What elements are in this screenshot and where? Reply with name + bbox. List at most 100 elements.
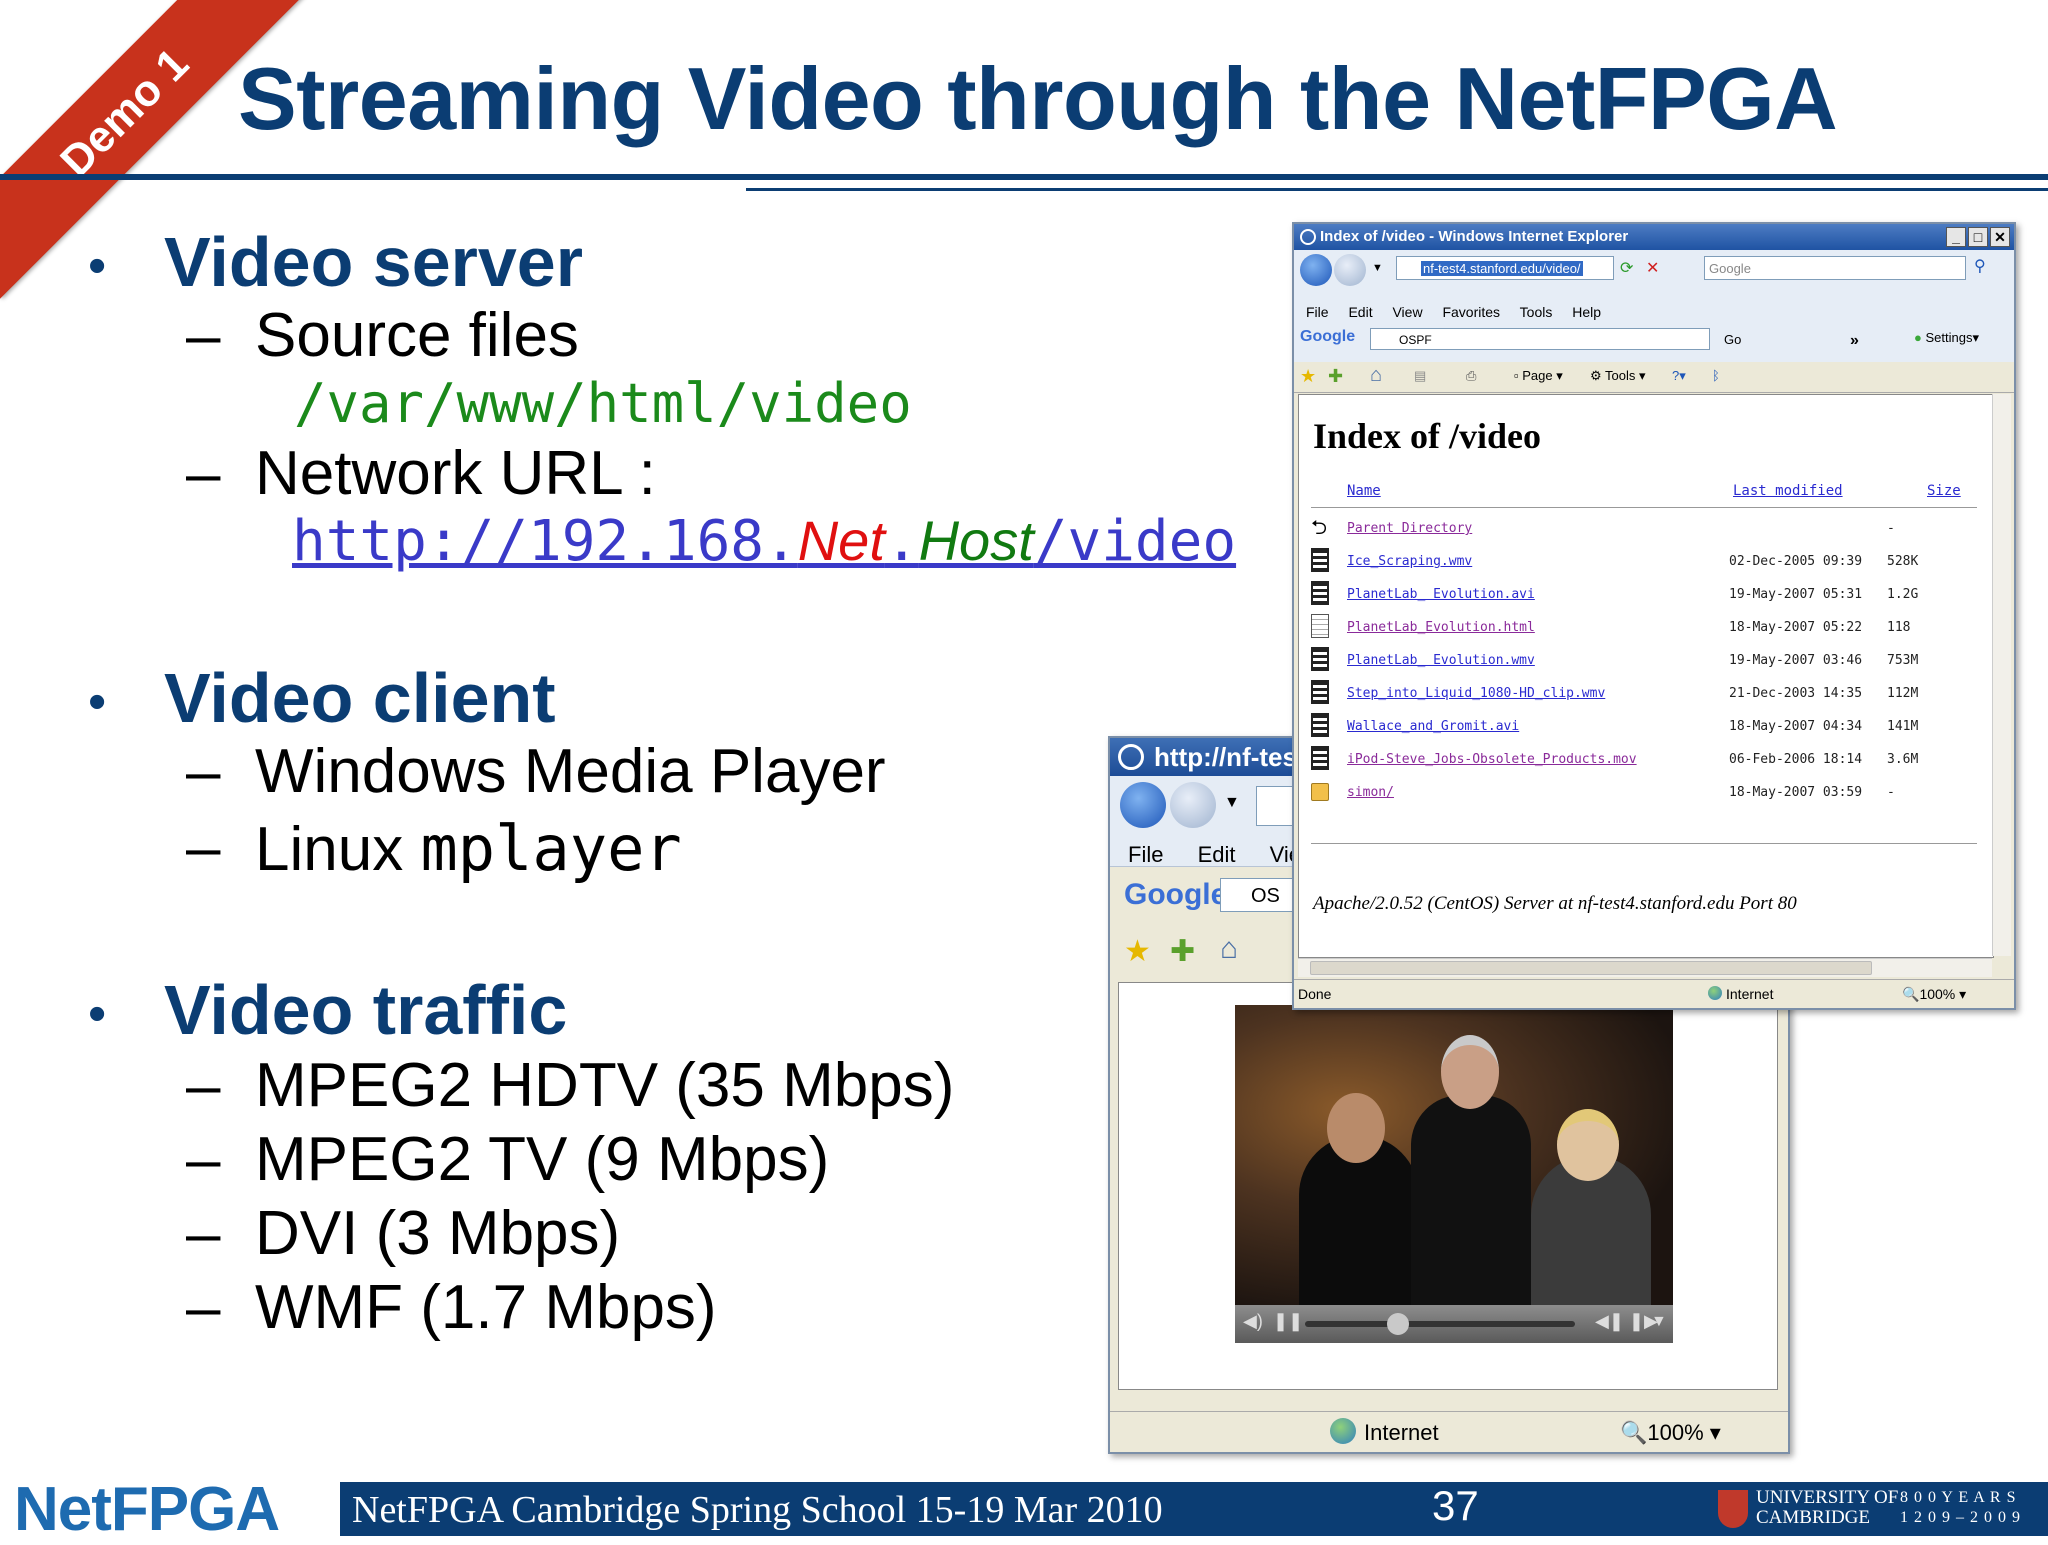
server-signature: Apache/2.0.52 (CentOS) Server at nf-test… — [1313, 893, 1797, 914]
file-link[interactable]: Step_into_Liquid_1080-HD_clip.wmv — [1347, 686, 1605, 701]
favorites-star-icon[interactable]: ★ — [1300, 366, 1316, 387]
title-rule — [0, 174, 2048, 180]
minimize-button[interactable]: _ — [1946, 227, 1966, 247]
film-icon — [1311, 548, 1329, 572]
video-person — [1327, 1093, 1385, 1163]
forward-arrow-icon[interactable] — [1334, 254, 1366, 286]
film-icon — [1311, 746, 1329, 770]
page-menu[interactable]: ▫ Page ▾ — [1514, 368, 1563, 384]
file-link[interactable]: simon/ — [1347, 785, 1394, 800]
chevron-down-icon[interactable]: ▼ — [1224, 794, 1240, 812]
more-chevron-icon[interactable]: » — [1850, 332, 1859, 350]
file-link[interactable]: PlanetLab_ Evolution.wmv — [1347, 653, 1535, 668]
university-name: UNIVERSITY OF CAMBRIDGE — [1756, 1487, 1899, 1528]
file-link[interactable]: Wallace_and_Gromit.avi — [1347, 719, 1519, 734]
zoom-level[interactable]: 🔍100% ▾ — [1902, 986, 1966, 1003]
footer-event: NetFPGA Cambridge Spring School 15-19 Ma… — [352, 1489, 1163, 1531]
go-button[interactable]: Go — [1724, 332, 1741, 347]
seek-handle[interactable] — [1387, 1313, 1409, 1335]
add-favorite-icon[interactable]: ✚ — [1328, 366, 1343, 387]
menu-favorites[interactable]: Favorites — [1442, 304, 1500, 320]
film-icon — [1311, 713, 1329, 737]
file-link[interactable]: iPod-Steve_Jobs-Obsolete_Products.mov — [1347, 752, 1637, 767]
menu-file[interactable]: File — [1128, 842, 1163, 867]
help-icon[interactable]: ?▾ — [1672, 368, 1686, 384]
table-row: Step_into_Liquid_1080-HD_clip.wmv 21-Dec-… — [1299, 678, 1993, 711]
file-size: 1.2G — [1887, 587, 1919, 602]
bullet-dot: • — [88, 985, 107, 1043]
skip-icon[interactable]: ◀❚ ❚▶ — [1595, 1311, 1658, 1332]
menu-help[interactable]: Help — [1572, 304, 1601, 320]
status-text: Done — [1298, 986, 1332, 1002]
slide-title: Streaming Video through the NetFPGA — [238, 49, 1838, 148]
file-modified: 18-May-2007 05:22 — [1729, 620, 1863, 635]
menu-file[interactable]: File — [1306, 304, 1329, 320]
bullet-video-traffic: Video traffic — [164, 971, 568, 1049]
table-row: Wallace_and_Gromit.avi 18-May-2007 04:34 1… — [1299, 711, 1993, 744]
bluetooth-icon[interactable]: ᛒ — [1712, 368, 1720, 383]
sub-dash: – — [186, 1051, 221, 1120]
menu-view[interactable]: View — [1392, 304, 1422, 320]
favorites-star-icon[interactable]: ★ — [1124, 934, 1151, 969]
menu-edit[interactable]: Edit — [1198, 842, 1236, 867]
print-icon[interactable]: ⎙ — [1466, 368, 1476, 384]
back-arrow-icon[interactable] — [1120, 782, 1166, 828]
window-titlebar: Index of /video - Windows Internet Explo… — [1294, 224, 2014, 250]
maximize-button[interactable]: □ — [1968, 227, 1988, 247]
video-player[interactable]: ◀) ❚❚ ◀❚ ❚▶ ▼ — [1235, 1005, 1673, 1343]
scroll-thumb[interactable] — [1310, 961, 1872, 975]
home-icon[interactable]: ⌂ — [1370, 364, 1382, 387]
zoom-level[interactable]: 🔍100% ▾ — [1620, 1420, 1721, 1446]
traffic-item: DVI (3 Mbps) — [255, 1199, 621, 1268]
file-size: 112M — [1887, 686, 1919, 701]
horizontal-scrollbar[interactable] — [1298, 958, 1992, 977]
globe-icon — [1708, 986, 1722, 1000]
zoom-icon: 🔍 — [1620, 1420, 1648, 1445]
table-row: ⮌ Parent Directory - — [1299, 513, 1993, 546]
video-page: ◀) ❚❚ ◀❚ ❚▶ ▼ — [1118, 982, 1778, 1390]
ie-icon — [1118, 744, 1144, 770]
file-link[interactable]: Parent Directory — [1347, 521, 1472, 536]
zoom-icon: 🔍 — [1902, 986, 1920, 1002]
file-link[interactable]: Ice_Scraping.wmv — [1347, 554, 1472, 569]
column-header-last-modified[interactable]: Last modified — [1733, 483, 1843, 499]
globe-icon — [1330, 1418, 1356, 1444]
menu-tools[interactable]: Tools — [1520, 304, 1553, 320]
chevron-down-icon[interactable]: ▼ — [1651, 1313, 1667, 1331]
search-icon[interactable]: ⚲ — [1974, 256, 1986, 276]
volume-icon[interactable]: ◀) — [1243, 1311, 1263, 1332]
sub-dash: – — [186, 813, 221, 882]
back-arrow-icon: ⮌ — [1311, 515, 1328, 539]
pause-icon[interactable]: ❚❚ — [1273, 1311, 1303, 1332]
refresh-icon[interactable]: ⟳ — [1620, 258, 1633, 278]
file-link[interactable]: PlanetLab_ Evolution.avi — [1347, 587, 1535, 602]
home-icon[interactable]: ⌂ — [1220, 932, 1238, 966]
stop-icon[interactable]: ✕ — [1646, 258, 1659, 278]
network-url-link[interactable]: http://192.168.Net.Host/video — [292, 508, 1236, 574]
seek-bar[interactable] — [1305, 1321, 1575, 1327]
chevron-down-icon[interactable]: ▼ — [1372, 262, 1383, 274]
address-bar[interactable]: nf-test4.stanford.edu/video/ — [1396, 256, 1614, 280]
column-header-size[interactable]: Size — [1927, 483, 1961, 499]
file-modified: 02-Dec-2005 09:39 — [1729, 554, 1863, 569]
nav-toolbar: ▼ nf-test4.stanford.edu/video/ ⟳ ✕ Googl… — [1294, 250, 2014, 363]
title-rule-thin — [746, 188, 2048, 191]
file-link[interactable]: PlanetLab_Evolution.html — [1347, 620, 1535, 635]
feeds-icon[interactable]: ▤ — [1414, 368, 1426, 384]
column-header-name[interactable]: Name — [1347, 483, 1381, 499]
close-button[interactable]: ✕ — [1990, 227, 2010, 247]
search-input[interactable]: Google — [1704, 256, 1966, 280]
back-arrow-icon[interactable] — [1300, 254, 1332, 286]
menu-bar: File Edit View Favorites Tools Help — [1306, 304, 1617, 320]
vertical-scrollbar[interactable] — [1992, 394, 2011, 956]
tools-menu[interactable]: ⚙ Tools ▾ — [1590, 368, 1646, 384]
add-favorite-icon[interactable]: ✚ — [1170, 934, 1195, 969]
google-search-field[interactable]: OSPF — [1370, 328, 1710, 350]
file-size: 3.6M — [1887, 752, 1919, 767]
menu-edit[interactable]: Edit — [1348, 304, 1372, 320]
settings-button[interactable]: ● Settings▾ — [1914, 330, 1979, 346]
sub-network-url: Network URL : — [255, 439, 656, 508]
google-search-field[interactable]: OS — [1220, 878, 1300, 912]
forward-arrow-icon[interactable] — [1170, 782, 1216, 828]
status-bar: Internet 🔍100% ▾ — [1110, 1411, 1788, 1452]
